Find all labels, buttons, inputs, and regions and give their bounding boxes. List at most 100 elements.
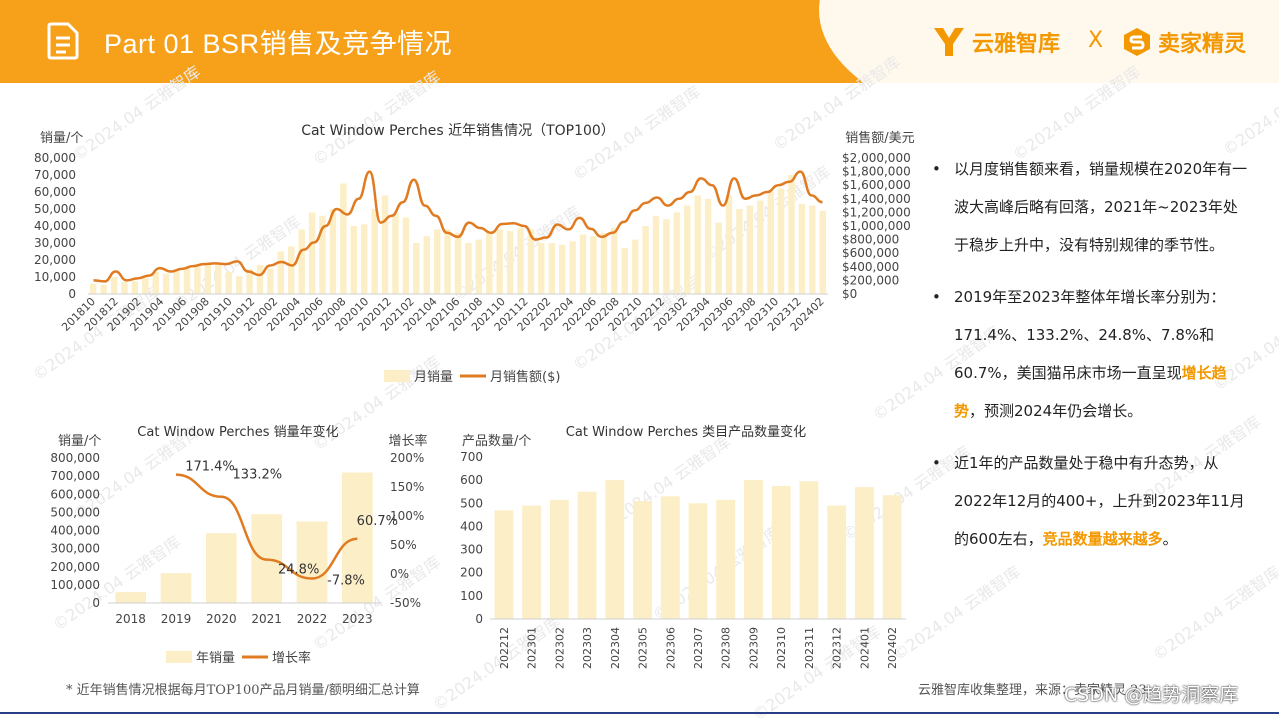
chart3-ytick: 0 [475, 612, 483, 626]
chart2-data-label: 133.2% [233, 468, 283, 483]
chart3-ytick: 200 [460, 566, 483, 580]
chart3-bar [688, 503, 708, 619]
chart1-bar [777, 188, 785, 294]
chart1-bar [673, 212, 681, 294]
chart1-bar [694, 195, 701, 294]
chart2-bar [160, 573, 192, 603]
chart1-bar [204, 264, 212, 294]
chart1-bar [746, 205, 754, 294]
chart2-bar [205, 533, 237, 603]
chart1-bar [663, 219, 670, 294]
chart2-y2label: 增长率 [388, 433, 427, 449]
chart3-xtick: 202307 [692, 627, 705, 669]
chart2-y2tick: 0% [390, 567, 409, 581]
chart1-legend-bar-label: 月销量 [414, 370, 453, 385]
chart1-bar [350, 226, 358, 294]
chart3-xtick: 202310 [775, 627, 788, 669]
chart1-bar [652, 215, 660, 294]
chart2-ytick: 400,000 [50, 524, 100, 538]
chart3-xtick: 202402 [886, 627, 899, 669]
chart1-y2tick: $1,800,000 [842, 165, 911, 179]
chart3-bar [744, 480, 763, 619]
chart1-title: Cat Window Perches 近年销售情况（TOP100） [301, 123, 615, 139]
chart1-bar [110, 277, 118, 294]
chart3-ytick: 500 [460, 496, 483, 510]
chart2-xtick: 2022 [297, 612, 328, 626]
chart2-ytick: 200,000 [50, 560, 100, 574]
chart1-bar [621, 248, 628, 294]
chart2-legend-bar-label: 年销量 [196, 651, 235, 666]
chart1-bar [579, 234, 587, 294]
chart1-y2tick: $2,000,000 [842, 151, 911, 165]
chart1-y2tick: $200,000 [842, 273, 899, 287]
chart1-y2tick: $1,200,000 [842, 205, 911, 219]
chart3-xtick: 202303 [581, 627, 594, 669]
chart1-bar [360, 224, 368, 294]
chart2-xtick: 2023 [342, 612, 373, 626]
chart1-y2tick: $1,400,000 [842, 192, 911, 206]
chart1-bar [809, 205, 816, 294]
bullet-highlight: 竞品数量越来越多 [1042, 530, 1163, 548]
chart3-xtick: 202304 [609, 627, 622, 669]
bullet-item: 2019年至2023年整体年增长率分别为：171.4%、133.2%、24.8%… [932, 278, 1252, 430]
chart2-ytick: 0 [92, 596, 100, 610]
chart1-bar [340, 183, 347, 294]
chart2-ylabel: 销量/个 [58, 434, 101, 449]
chart1-bar [631, 239, 639, 294]
chart3-bar [771, 485, 791, 619]
chart1-bar [298, 229, 305, 294]
chart2-y2tick: 50% [390, 538, 417, 552]
chart3-ylabel: 产品数量/个 [462, 434, 531, 449]
bullet-item: 以月度销售额来看，销量规模在2020年有一波大高峰后略有回落，2021年~202… [932, 150, 1252, 264]
chart1-bar [277, 251, 285, 294]
chart1-bar [381, 195, 389, 294]
chart1-bar [600, 232, 608, 294]
chart3-bar [827, 505, 847, 619]
chart2-ytick: 600,000 [50, 487, 100, 501]
chart3-ytick: 600 [460, 473, 483, 487]
chart1-bar [590, 236, 597, 294]
chart1-bar [486, 232, 493, 294]
chart3-ytick: 100 [460, 589, 483, 603]
chart1-legend-bar-swatch [384, 370, 410, 382]
chart1-bar [371, 209, 378, 294]
chart3-ytick: 300 [460, 543, 483, 557]
chart1-bar [225, 271, 232, 294]
footnote: * 近年销售情况根据每月TOP100产品月销量/额明细汇总计算 [66, 683, 420, 698]
chart2-bar [115, 592, 147, 603]
chart2-ytick: 800,000 [50, 451, 100, 465]
chart1-bar [704, 198, 712, 294]
chart1-bar [496, 229, 503, 294]
chart2-title: Cat Window Perches 销量年变化 [137, 424, 338, 440]
chart2-xtick: 2021 [251, 612, 282, 626]
chart3-bar [716, 499, 736, 619]
chart1-bar [767, 192, 774, 294]
chart3-xtick: 202401 [858, 627, 871, 669]
chart1-bar [819, 210, 827, 294]
csdn-watermark: CSDN @趋势洞察库 [1064, 684, 1239, 706]
chart3-xtick: 202306 [664, 627, 677, 669]
chart1-bar [569, 241, 576, 294]
chart1-ytick: 60,000 [34, 185, 76, 199]
chart1-ytick: 10,000 [34, 270, 76, 284]
chart1-bar [89, 283, 97, 294]
chart3-xtick: 202301 [526, 627, 539, 669]
chart1-ytick: 70,000 [34, 168, 76, 182]
chart1-bar [402, 217, 410, 294]
chart3-xtick: 202312 [831, 627, 844, 669]
chart3-bar [605, 480, 625, 619]
chart1-bar [131, 281, 139, 294]
chart1-bar [736, 209, 743, 294]
chart1-ytick: 50,000 [34, 202, 76, 216]
chart3-bar [549, 499, 569, 619]
chart1-bar [256, 265, 264, 294]
chart3-bar [882, 495, 902, 619]
chart3-xtick: 202212 [498, 627, 511, 669]
chart1-ytick: 0 [68, 287, 76, 301]
chart2-xtick: 2020 [206, 612, 237, 626]
chart1-y2tick: $0 [842, 287, 857, 301]
chart1-bar [611, 227, 618, 294]
chart1-bar [194, 265, 201, 294]
chart3-xtick: 202309 [747, 627, 760, 669]
chart3-title: Cat Window Perches 类目产品数量变化 [566, 424, 806, 440]
